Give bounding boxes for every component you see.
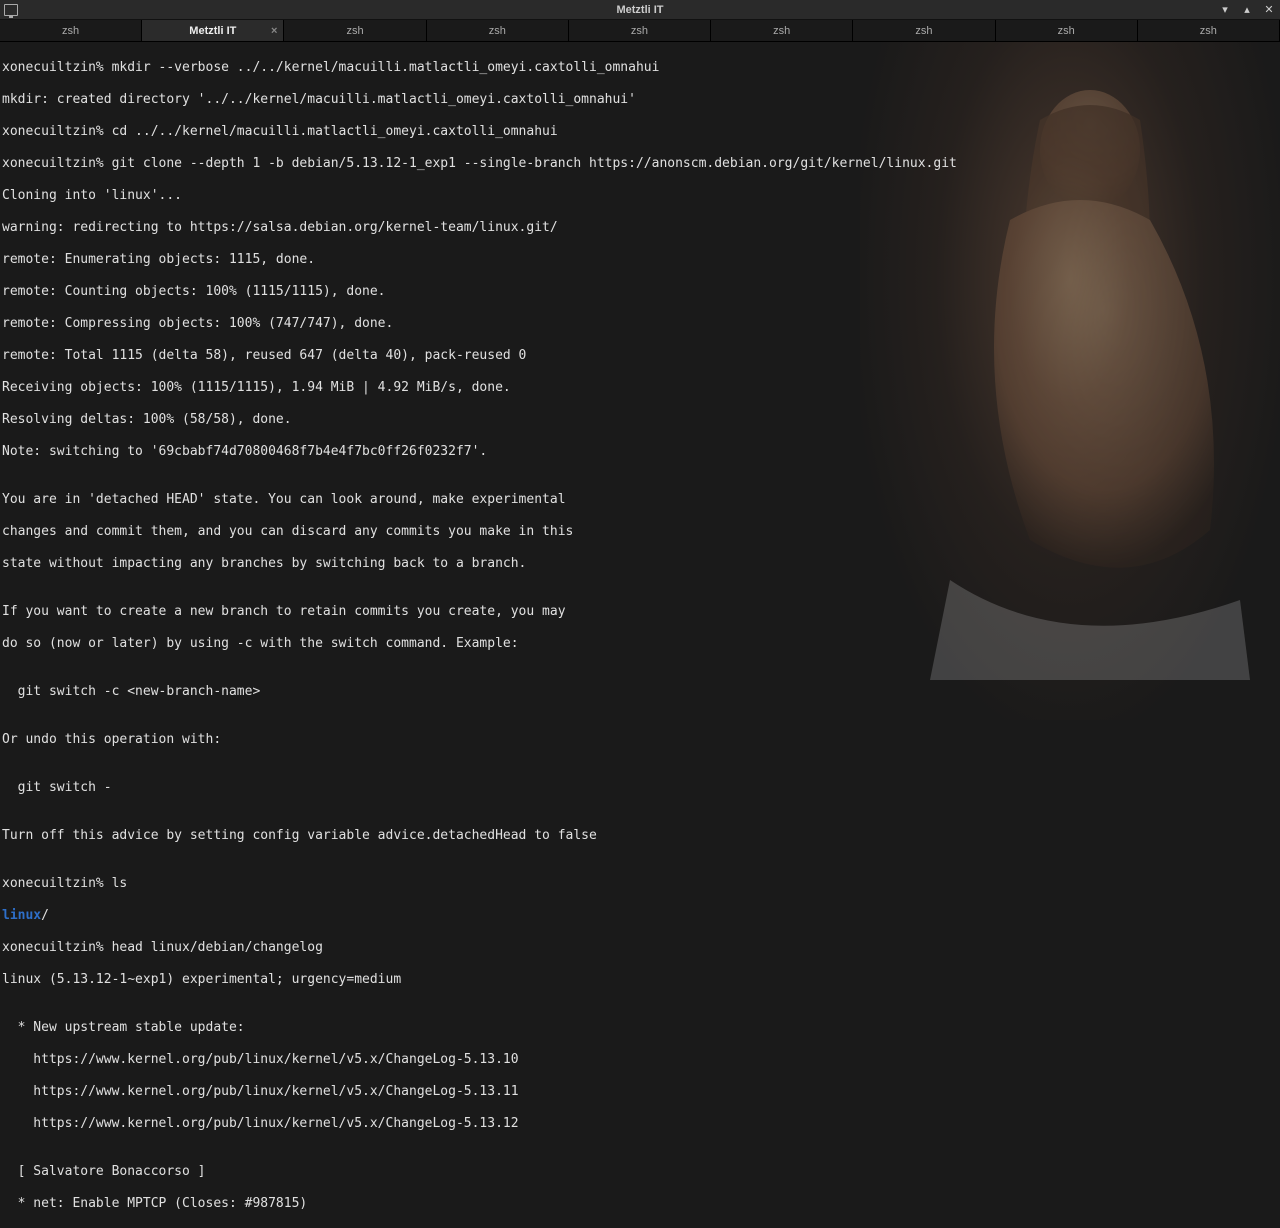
close-icon[interactable]: ✕ (1262, 3, 1276, 17)
tab-label: zsh (631, 25, 648, 37)
tab-zsh-8[interactable]: zsh (1138, 20, 1280, 41)
terminal-line: xonecuiltzin% mkdir --verbose ../../kern… (2, 60, 1278, 76)
terminal-line: Turn off this advice by setting config v… (2, 828, 1278, 844)
tab-label: zsh (489, 25, 506, 37)
terminal-line: linux (5.13.12-1~exp1) experimental; urg… (2, 972, 1278, 988)
minimize-icon[interactable]: ▾ (1218, 3, 1232, 17)
tab-label: zsh (346, 25, 363, 37)
terminal-line: Resolving deltas: 100% (58/58), done. (2, 412, 1278, 428)
window-title: Metztli IT (0, 4, 1280, 16)
terminal-line: git switch -c <new-branch-name> (2, 684, 1278, 700)
tab-zsh-2[interactable]: zsh (284, 20, 426, 41)
app-icon (4, 3, 18, 17)
tab-label: Metztli IT (189, 25, 236, 37)
terminal-line: mkdir: created directory '../../kernel/m… (2, 92, 1278, 108)
terminal-line: You are in 'detached HEAD' state. You ca… (2, 492, 1278, 508)
terminal-line: Cloning into 'linux'... (2, 188, 1278, 204)
terminal-line: xonecuiltzin% cd ../../kernel/macuilli.m… (2, 124, 1278, 140)
terminal-line: * net: Enable MPTCP (Closes: #987815) (2, 1196, 1278, 1212)
terminal-line: remote: Enumerating objects: 1115, done. (2, 252, 1278, 268)
tab-zsh-1[interactable]: zsh (0, 20, 142, 41)
terminal-line: remote: Counting objects: 100% (1115/111… (2, 284, 1278, 300)
terminal-output[interactable]: xonecuiltzin% mkdir --verbose ../../kern… (0, 42, 1280, 720)
directory-name: linux (2, 908, 41, 923)
terminal-line: changes and commit them, and you can dis… (2, 524, 1278, 540)
terminal-line: Note: switching to '69cbabf74d70800468f7… (2, 444, 1278, 460)
terminal-line: https://www.kernel.org/pub/linux/kernel/… (2, 1084, 1278, 1100)
terminal-line: linux/ (2, 908, 1278, 924)
tab-zsh-5[interactable]: zsh (711, 20, 853, 41)
terminal-line: do so (now or later) by using -c with th… (2, 636, 1278, 652)
terminal-line: remote: Compressing objects: 100% (747/7… (2, 316, 1278, 332)
terminal-line: Or undo this operation with: (2, 732, 1278, 748)
tab-close-icon[interactable]: × (271, 25, 277, 37)
terminal-line: state without impacting any branches by … (2, 556, 1278, 572)
terminal-line: https://www.kernel.org/pub/linux/kernel/… (2, 1116, 1278, 1132)
terminal-line: If you want to create a new branch to re… (2, 604, 1278, 620)
tab-zsh-7[interactable]: zsh (996, 20, 1138, 41)
tab-label: zsh (773, 25, 790, 37)
terminal-line: xonecuiltzin% head linux/debian/changelo… (2, 940, 1278, 956)
tab-bar: zsh Metztli IT× zsh zsh zsh zsh zsh zsh … (0, 20, 1280, 42)
terminal-line: [ Salvatore Bonaccorso ] (2, 1164, 1278, 1180)
terminal-line: remote: Total 1115 (delta 58), reused 64… (2, 348, 1278, 364)
tab-metztli-it[interactable]: Metztli IT × (142, 20, 284, 41)
terminal-line: xonecuiltzin% ls (2, 876, 1278, 892)
window-titlebar: Metztli IT ▾ ▴ ✕ (0, 0, 1280, 20)
terminal-line: xonecuiltzin% git clone --depth 1 -b deb… (2, 156, 1278, 172)
tab-label: zsh (915, 25, 932, 37)
tab-zsh-6[interactable]: zsh (853, 20, 995, 41)
tab-label: zsh (1200, 25, 1217, 37)
terminal-line: git switch - (2, 780, 1278, 796)
terminal-line: Receiving objects: 100% (1115/1115), 1.9… (2, 380, 1278, 396)
tab-zsh-3[interactable]: zsh (427, 20, 569, 41)
terminal-line: warning: redirecting to https://salsa.de… (2, 220, 1278, 236)
terminal-line: https://www.kernel.org/pub/linux/kernel/… (2, 1052, 1278, 1068)
tab-label: zsh (62, 25, 79, 37)
maximize-icon[interactable]: ▴ (1240, 3, 1254, 17)
directory-slash: / (41, 908, 49, 923)
tab-label: zsh (1058, 25, 1075, 37)
tab-zsh-4[interactable]: zsh (569, 20, 711, 41)
terminal-line: * New upstream stable update: (2, 1020, 1278, 1036)
